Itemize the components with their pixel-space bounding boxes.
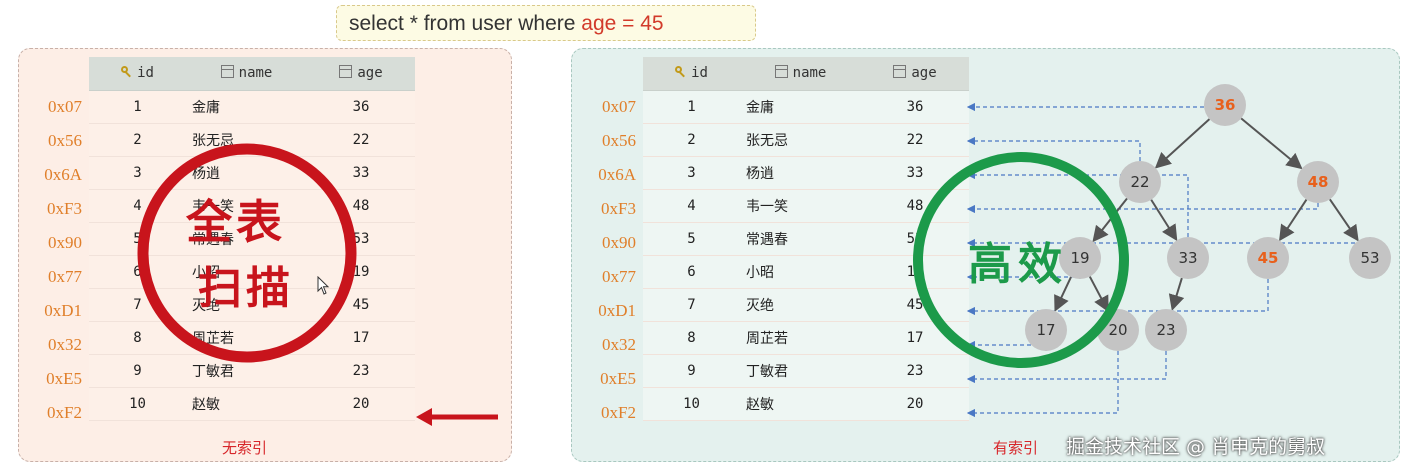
tree-edge (1150, 199, 1178, 242)
tree-node-label: 33 (1178, 249, 1197, 267)
tree-node-label: 53 (1360, 249, 1379, 267)
tree-node-label: 23 (1156, 321, 1175, 339)
tree-node-label: 45 (1258, 249, 1279, 267)
tree-node: 45 (1247, 237, 1289, 279)
tree-node: 48 (1297, 161, 1339, 203)
tree-edge (1329, 198, 1359, 242)
tree-node-label: 36 (1215, 96, 1236, 114)
tree-node: 23 (1145, 309, 1187, 351)
tree-edge (1168, 277, 1185, 311)
tree-edge (1240, 117, 1303, 170)
tree-node: 36 (1204, 84, 1246, 126)
watermark: 掘金技术社区 @ 肖申克的舅叔 (1066, 436, 1326, 458)
index-tree: 3622 4819 33 45 5317 20 23 (966, 84, 1391, 418)
efficient-stamp-text: 高效 (968, 239, 1068, 290)
tree-node-label: 48 (1308, 173, 1329, 191)
tree-node: 33 (1167, 237, 1209, 279)
tree-edge (1278, 198, 1308, 242)
tree-edge (1154, 118, 1211, 169)
tree-node: 53 (1349, 237, 1391, 279)
indexed-caption: 有索引 (993, 439, 1039, 457)
